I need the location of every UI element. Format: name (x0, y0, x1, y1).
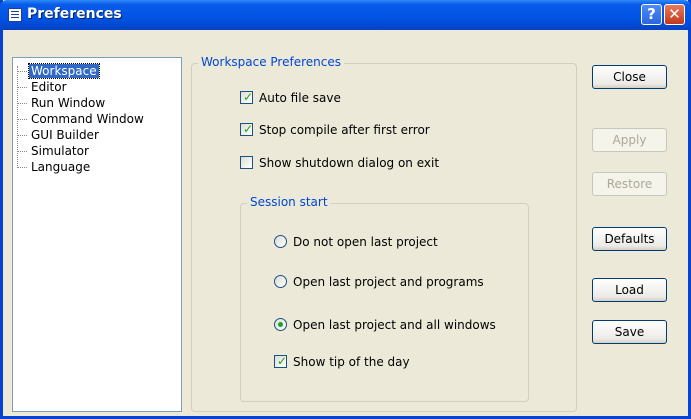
check-mark-icon: ✓ (243, 122, 254, 136)
category-tree[interactable]: Workspace Editor Run Window Command Wind… (12, 57, 182, 412)
check-mark-icon: ✓ (277, 354, 288, 368)
shutdown-dialog-label: Show shutdown dialog on exit (259, 156, 440, 170)
tree-item-label: GUI Builder (31, 128, 99, 142)
stop-compile-label: Stop compile after first error (259, 123, 430, 137)
session-start-title: Session start (247, 195, 331, 209)
tree-item-run-window[interactable]: Run Window (17, 96, 107, 110)
show-tip-label: Show tip of the day (293, 355, 410, 369)
tree-item-workspace[interactable]: Workspace (17, 63, 100, 79)
help-button[interactable]: ? (641, 4, 662, 25)
tree-item-label: Workspace (28, 63, 100, 79)
save-button[interactable]: Save (592, 320, 667, 344)
checkbox-box: ✓ (240, 90, 254, 104)
tree-item-simulator[interactable]: Simulator (17, 144, 91, 158)
checkbox-box (240, 156, 253, 169)
window-title: Preferences (27, 6, 122, 22)
auto-file-save-label: Auto file save (259, 91, 341, 105)
radio-label: Open last project and programs (293, 275, 484, 289)
radio-circle (274, 318, 287, 331)
radio-circle (274, 235, 287, 248)
tree-item-language[interactable]: Language (17, 160, 92, 174)
defaults-button[interactable]: Defaults (592, 227, 667, 251)
restore-button[interactable]: Restore (592, 172, 667, 196)
tree-item-command-window[interactable]: Command Window (17, 112, 146, 126)
session-start-group: Session start Do not open last project O… (240, 195, 529, 402)
radio-label: Do not open last project (293, 235, 438, 249)
title-bar[interactable]: Preferences ? ✕ (0, 0, 691, 30)
tree-item-label: Simulator (31, 144, 89, 158)
radio-label: Open last project and all windows (293, 318, 496, 332)
preferences-window: Preferences ? ✕ Workspace Editor Run Win… (0, 0, 691, 419)
radio-dot-icon (278, 322, 283, 327)
close-window-button[interactable]: ✕ (664, 4, 685, 25)
tree-item-editor[interactable]: Editor (17, 80, 69, 94)
checkbox-box: ✓ (274, 354, 288, 368)
tree-item-gui-builder[interactable]: GUI Builder (17, 128, 101, 142)
radio-circle (274, 275, 287, 288)
workspace-preferences-group: Workspace Preferences ✓ Auto file save ✓… (191, 55, 577, 412)
app-icon (8, 8, 22, 22)
apply-button[interactable]: Apply (592, 128, 667, 152)
tree-item-label: Command Window (31, 112, 144, 126)
tree-item-label: Language (31, 160, 91, 174)
workspace-preferences-title: Workspace Preferences (198, 55, 344, 69)
check-mark-icon: ✓ (243, 90, 254, 104)
load-button[interactable]: Load (592, 278, 667, 302)
close-button[interactable]: Close (592, 65, 667, 89)
tree-item-label: Editor (31, 80, 67, 94)
checkbox-box: ✓ (240, 122, 254, 136)
tree-item-label: Run Window (31, 96, 106, 110)
